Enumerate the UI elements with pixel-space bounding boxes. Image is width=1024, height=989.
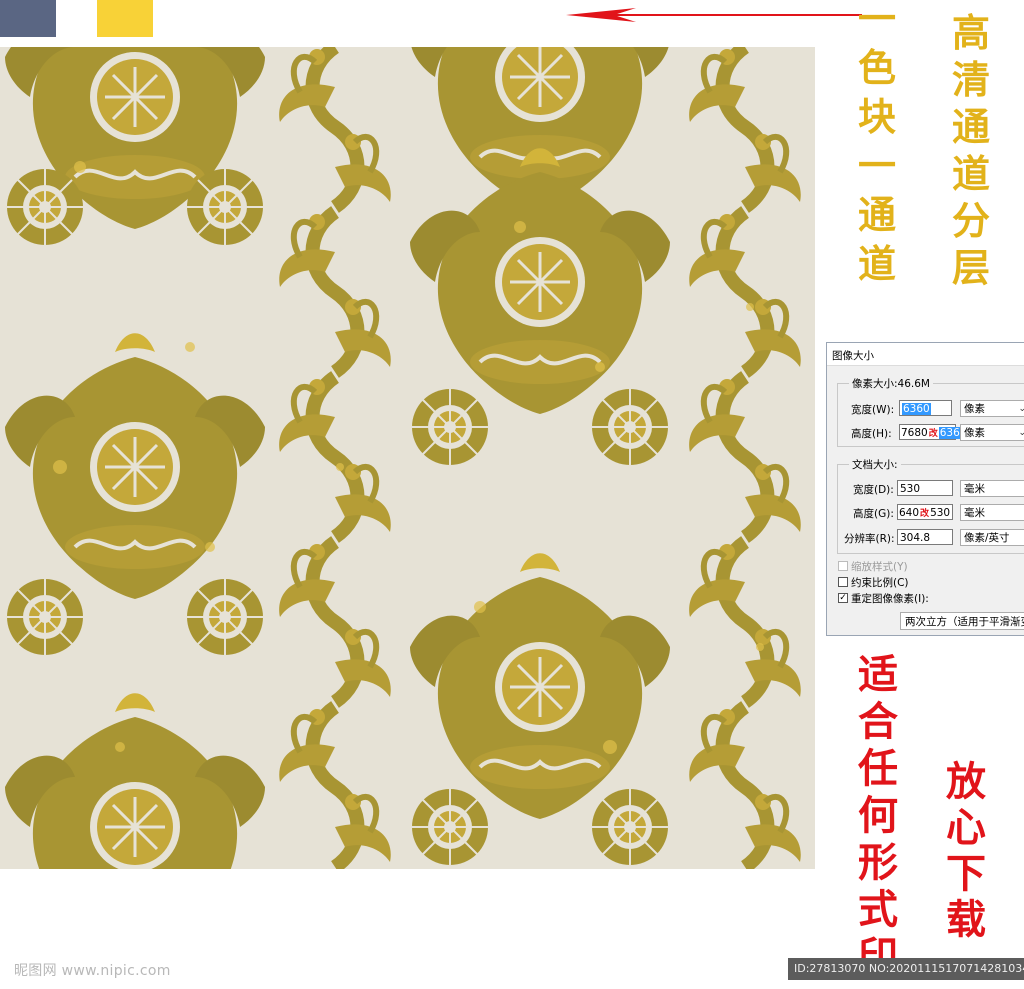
pixel-width-row: 宽度(W): 6360 像素⌄ [827,400,1024,418]
color-swatch-yellow [97,0,153,37]
doc-height-unit-select[interactable]: 毫米 [960,504,1024,521]
pixel-size-label: 像素大小:46.6M [849,376,933,391]
constrain-proportions-label: 约束比例(C) [851,577,909,589]
pixel-width-unit-select[interactable]: 像素⌄ [960,400,1024,417]
annotation-suitable-print: 适 合 任 何 形 式 印 [858,651,898,980]
document-size-label: 文档大小: [849,457,901,472]
resample-image-checkbox[interactable]: ✓ [838,593,848,603]
pixel-height-row: 高度(H): 7680改6360 像素⌄ [827,424,1024,442]
damask-pattern-preview [0,47,815,869]
resolution-input[interactable]: 304.8 [897,529,953,545]
resolution-row: 分辨率(R): 304.8 像素/英寸 [827,529,1024,547]
pixel-height-input[interactable]: 7680改 6360 [899,424,968,440]
color-swatch-slate [0,0,56,37]
red-arrow-left [566,8,862,22]
image-size-dialog: 图像大小 像素大小:46.6M 宽度(W): 6360 像素⌄ 高度(H): 7… [826,342,1024,636]
doc-height-row: 高度(G): 640改530 毫米 [827,504,1024,522]
doc-width-row: 宽度(D): 530 毫米 [827,480,1024,498]
resample-method-select[interactable]: 两次立方（适用于平滑渐变 [900,612,1024,630]
doc-width-label: 宽度(D): [853,484,894,496]
scale-styles-label: 缩放样式(Y) [851,561,908,573]
site-watermark: 昵图网 www.nipic.com [14,963,171,979]
doc-height-input[interactable]: 640改530 [897,504,953,520]
annotation-download: 放 心 下 载 [946,758,986,943]
doc-height-label: 高度(G): [853,508,894,520]
pixel-width-input[interactable]: 6360 [899,400,952,416]
resolution-unit-select[interactable]: 像素/英寸 [960,529,1024,546]
scale-styles-checkbox[interactable] [838,561,848,571]
checkmark-icon: ✓ [839,593,847,603]
annotation-one-swatch-one-channel: 一 色 块 一 通 道 [858,0,897,286]
constrain-proportions-checkbox[interactable] [838,577,848,587]
annotation-hd-channel-layers: 高 清 通 道 分 层 [952,10,991,290]
chevron-down-icon: ⌄ [1018,401,1024,417]
pixel-height-unit-select[interactable]: 像素⌄ [960,424,1024,441]
chevron-down-icon: ⌄ [1018,425,1024,441]
dialog-title-bar[interactable]: 图像大小 [827,343,1024,366]
dialog-title: 图像大小 [832,350,874,362]
pixel-height-label: 高度(H): [851,428,892,440]
image-id-watermark: ID:27813070 NO:20201115170714281034 [788,958,1024,980]
resolution-label: 分辨率(R): [844,533,895,545]
resample-image-label: 重定图像像素(I): [851,593,929,605]
doc-width-unit-select[interactable]: 毫米 [960,480,1024,497]
pixel-width-label: 宽度(W): [851,404,895,416]
doc-width-input[interactable]: 530 [897,480,953,496]
